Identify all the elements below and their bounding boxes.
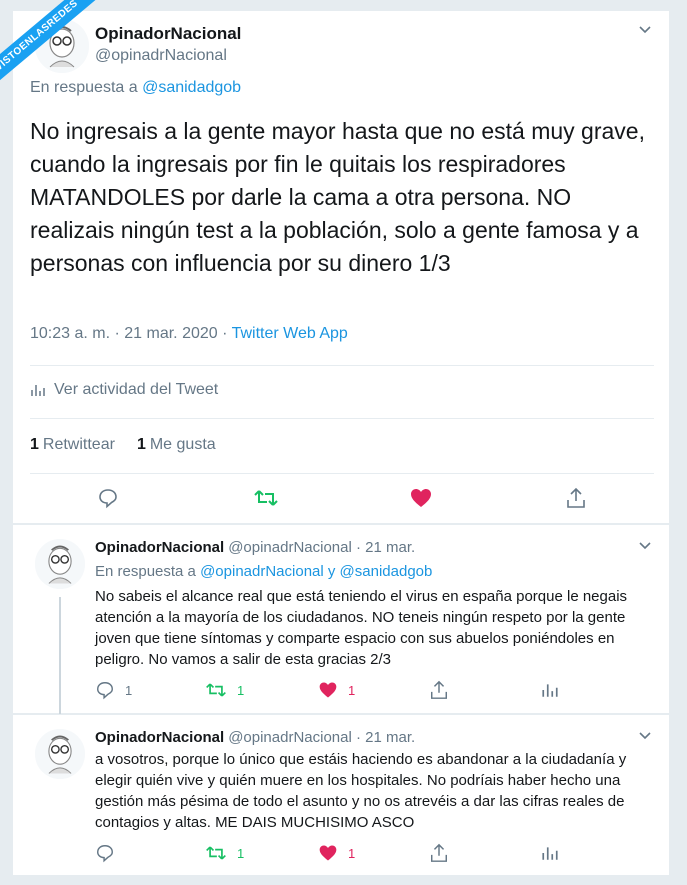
share-button[interactable]: [565, 487, 587, 509]
share-icon: [567, 487, 585, 508]
retweets-label: Retwittear: [42, 436, 115, 453]
tweet-meta: 10:23 a. m. · 21 mar. 2020 · Twitter Web…: [30, 325, 348, 343]
tweet-actions: [13, 487, 671, 515]
author-handle-date[interactable]: @opinadrNacional · 21 mar.: [228, 539, 415, 556]
tweet-actions: 1 1: [13, 843, 671, 865]
reply-to-link[interactable]: @opinadrNacional y @sanidadgob: [200, 563, 432, 580]
chevron-down-icon[interactable]: [637, 727, 653, 748]
analytics-button[interactable]: [541, 680, 559, 700]
view-activity-link[interactable]: Ver actividad del Tweet: [30, 381, 218, 399]
likes-label: Me gusta: [149, 436, 216, 453]
retweet-icon: [254, 490, 278, 506]
reply-context: En respuesta a @opinadrNacional y @sanid…: [95, 563, 432, 580]
reply-icon: [99, 489, 117, 509]
analytics-icon: [31, 385, 45, 396]
tweet-stats: 1 Retwittear 1 Me gusta: [30, 436, 216, 454]
retweet-button[interactable]: 1: [205, 680, 244, 700]
author-handle-date[interactable]: @opinadrNacional · 21 mar.: [228, 729, 415, 746]
reply-icon: [96, 681, 114, 700]
tweet-text: No ingresais a la gente mayor hasta que …: [30, 118, 645, 276]
divider: [30, 365, 654, 366]
like-button[interactable]: 1: [318, 680, 355, 700]
reply-header: OpinadorNacional @opinadrNacional · 21 ma…: [95, 539, 415, 556]
divider: [30, 473, 654, 474]
like-count: 1: [348, 845, 356, 861]
retweet-button[interactable]: [253, 487, 279, 509]
analytics-button[interactable]: [541, 843, 559, 863]
like-button[interactable]: [409, 487, 433, 509]
likes-stat[interactable]: 1 Me gusta: [137, 436, 216, 454]
tweet-text: a vosotros, porque lo único que estáis h…: [95, 751, 627, 831]
avatar[interactable]: [35, 729, 85, 779]
timestamp[interactable]: 10:23 a. m. · 21 mar. 2020 ·: [30, 325, 227, 342]
analytics-icon: [542, 684, 558, 697]
author-name[interactable]: OpinadorNacional: [95, 539, 224, 556]
heart-icon: [319, 845, 337, 861]
source-link[interactable]: Twitter Web App: [232, 325, 348, 342]
chevron-down-icon[interactable]: [637, 537, 653, 558]
author-name[interactable]: OpinadorNacional: [95, 24, 241, 44]
reply-button[interactable]: [95, 843, 115, 863]
reply-context: En respuesta a @sanidadgob: [30, 79, 241, 97]
retweet-count: 1: [237, 845, 245, 861]
heart-icon: [411, 489, 431, 507]
reply-prefix: En respuesta a: [30, 79, 138, 96]
retweet-icon: [206, 683, 226, 697]
retweet-count: 1: [237, 682, 245, 698]
divider: [30, 418, 654, 419]
tweet-text: No sabeis el alcance real que está tenie…: [95, 588, 628, 668]
main-tweet-card: OpinadorNacional @opinadrNacional En res…: [12, 10, 670, 524]
retweet-button[interactable]: 1: [205, 843, 244, 863]
reply-count: 1: [125, 682, 133, 698]
retweets-stat[interactable]: 1 Retwittear: [30, 436, 115, 454]
retweets-count: 1: [30, 436, 39, 453]
reply-icon: [96, 844, 114, 863]
share-button[interactable]: [429, 843, 449, 863]
author-handle[interactable]: @opinadrNacional: [95, 47, 227, 65]
reply-to-link[interactable]: @sanidadgob: [142, 79, 241, 96]
reply-tweet[interactable]: OpinadorNacional @opinadrNacional · 21 ma…: [12, 714, 670, 876]
retweet-icon: [206, 846, 226, 860]
activity-label: Ver actividad del Tweet: [54, 381, 219, 398]
likes-count: 1: [136, 436, 146, 453]
share-icon: [431, 843, 447, 862]
reply-button[interactable]: [97, 487, 119, 509]
share-button[interactable]: [429, 680, 449, 700]
tweet-actions: 1 1 1: [13, 680, 671, 702]
chevron-down-icon[interactable]: [637, 21, 653, 42]
avatar[interactable]: [35, 539, 85, 589]
reply-button[interactable]: 1: [95, 680, 132, 700]
author-name[interactable]: OpinadorNacional: [95, 729, 224, 746]
analytics-icon: [542, 847, 558, 860]
share-icon: [431, 680, 447, 699]
heart-icon: [319, 682, 337, 698]
reply-prefix: En respuesta a: [95, 563, 196, 580]
like-button[interactable]: 1: [318, 843, 355, 863]
reply-tweet[interactable]: OpinadorNacional @opinadrNacional · 21 ma…: [12, 524, 671, 715]
like-count: 1: [348, 682, 356, 698]
reply-header: OpinadorNacional @opinadrNacional · 21 ma…: [95, 729, 415, 746]
